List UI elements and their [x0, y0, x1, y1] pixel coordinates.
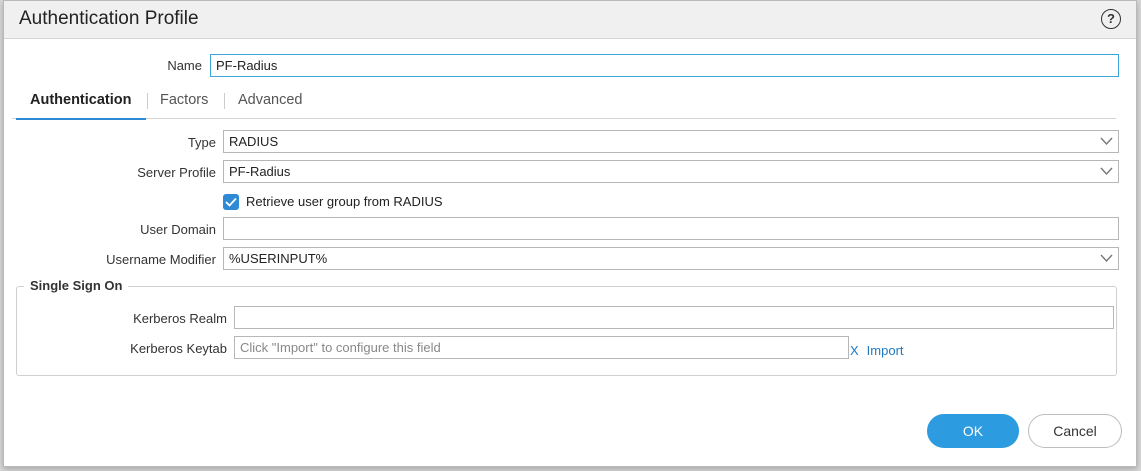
tab-bar: Authentication Factors Advanced [12, 92, 1116, 120]
server-profile-select[interactable]: PF-Radius [223, 160, 1119, 183]
tab-divider [224, 93, 225, 109]
kerberos-realm-label: Kerberos Realm [133, 311, 227, 326]
name-input[interactable]: PF-Radius [210, 54, 1119, 77]
type-select[interactable]: RADIUS [223, 130, 1119, 153]
dialog-titlebar: Authentication Profile ? [4, 1, 1136, 39]
name-label: Name [167, 58, 202, 73]
chevron-down-icon [1094, 161, 1118, 182]
ok-button[interactable]: OK [927, 414, 1019, 448]
username-modifier-select-value: %USERINPUT% [229, 251, 328, 266]
dialog-title: Authentication Profile [19, 8, 199, 29]
tab-factors[interactable]: Factors [160, 92, 208, 119]
kerberos-keytab-placeholder: Click "Import" to configure this field [240, 340, 441, 355]
retrieve-user-group-checkbox[interactable] [223, 194, 239, 210]
user-domain-label: User Domain [140, 222, 216, 237]
user-domain-input[interactable] [223, 217, 1119, 240]
single-sign-on-legend: Single Sign On [24, 278, 129, 293]
username-modifier-label: Username Modifier [106, 252, 216, 267]
type-label: Type [187, 135, 216, 150]
chevron-down-icon [1094, 248, 1118, 269]
type-select-value: RADIUS [229, 134, 279, 149]
tab-advanced[interactable]: Advanced [238, 92, 303, 119]
username-modifier-select[interactable]: %USERINPUT% [223, 247, 1119, 270]
tab-divider [147, 93, 148, 109]
kerberos-realm-input[interactable] [234, 306, 1114, 329]
retrieve-user-group-label: Retrieve user group from RADIUS [246, 194, 443, 209]
import-link[interactable]: X Import [850, 343, 904, 358]
single-sign-on-group [16, 286, 1117, 376]
help-icon[interactable]: ? [1101, 9, 1121, 29]
server-profile-select-value: PF-Radius [229, 164, 291, 179]
kerberos-keytab-input[interactable]: Click "Import" to configure this field [234, 336, 849, 359]
cancel-button[interactable]: Cancel [1028, 414, 1122, 448]
chevron-down-icon [1094, 131, 1118, 152]
server-profile-label: Server Profile [137, 165, 216, 180]
kerberos-keytab-label: Kerberos Keytab [130, 341, 227, 356]
import-label: Import [866, 343, 904, 358]
import-x-icon: X [850, 343, 859, 358]
tab-authentication[interactable]: Authentication [16, 92, 145, 120]
